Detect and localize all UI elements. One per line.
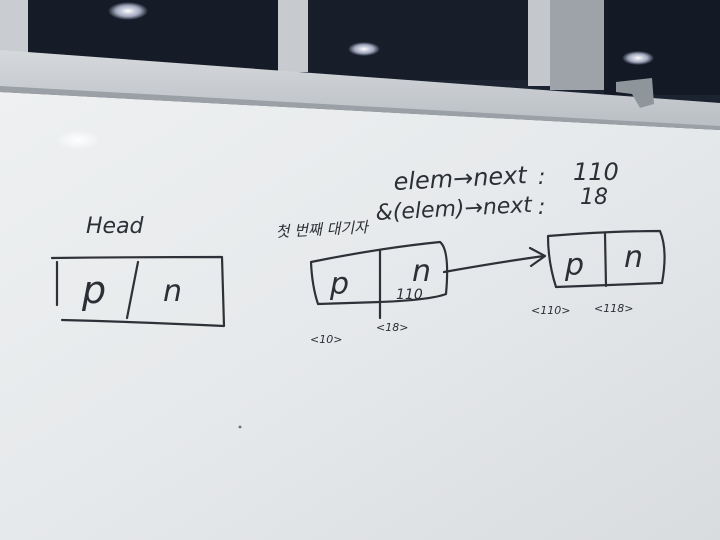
first-node-n-value: 110: [396, 287, 423, 303]
first-node-n: n: [412, 254, 431, 289]
equation-1-sep: :: [538, 165, 545, 190]
first-node-p: p: [329, 267, 349, 302]
photo-scene: Head p n 첫 번째 대기자 p n 110 <10> <18> p n …: [0, 0, 720, 540]
head-label: Head: [86, 214, 145, 239]
ceiling-light-2: [348, 42, 380, 56]
first-node-addr-p: <10>: [310, 333, 342, 346]
equation-2-rhs: 18: [580, 185, 608, 210]
first-node-addr-n: <18>: [376, 321, 408, 334]
head-node-p: p: [81, 268, 106, 312]
head-node-n: n: [163, 274, 182, 309]
ceiling-light-3: [622, 51, 654, 65]
ceiling-light-1: [108, 2, 148, 20]
second-node-n: n: [624, 240, 643, 275]
equation-2-sep: :: [538, 195, 545, 220]
second-node-addr-n: <118>: [594, 302, 633, 315]
light-glare: [56, 130, 100, 150]
second-node-p: p: [564, 248, 584, 283]
second-node-addr-p: <110>: [531, 304, 570, 317]
equation-1-rhs: 110: [573, 158, 619, 186]
